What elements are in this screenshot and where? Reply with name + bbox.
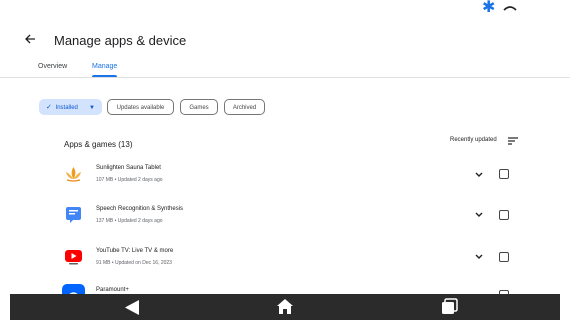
chevron-down-icon[interactable] xyxy=(474,211,484,219)
app-name: YouTube TV: Live TV & more xyxy=(96,248,174,254)
app-name: Speech Recognition & Synthesis xyxy=(96,206,184,212)
sunlighten-app-icon xyxy=(62,163,85,186)
sort-label[interactable]: Recently updated xyxy=(450,137,497,143)
app-name: Paramount+ xyxy=(96,287,129,293)
app-select-checkbox[interactable] xyxy=(499,169,509,179)
back-arrow-icon[interactable] xyxy=(22,31,38,47)
updates-available-label: Updates available xyxy=(116,105,165,111)
installed-chip-label: Installed xyxy=(55,105,78,111)
chevron-down-icon[interactable] xyxy=(474,171,484,179)
nav-back-icon[interactable] xyxy=(123,299,141,316)
speech-services-app-icon xyxy=(62,203,85,226)
chevron-down-icon[interactable] xyxy=(474,253,484,261)
nav-home-icon[interactable] xyxy=(276,298,294,315)
app-select-checkbox[interactable] xyxy=(499,252,509,262)
games-label: Games xyxy=(189,105,209,111)
installed-filter-chip[interactable]: ✓ Installed ▼ xyxy=(39,99,102,115)
app-meta: 137 MB • Updated 2 days ago xyxy=(96,218,163,224)
app-meta: 91 MB • Updated on Dec 16, 2023 xyxy=(96,260,172,266)
wifi-icon xyxy=(503,6,517,11)
tab-manage[interactable]: Manage xyxy=(92,63,117,70)
tabs-divider xyxy=(0,77,570,78)
section-title: Apps & games (13) xyxy=(64,140,133,149)
page-title: Manage apps & device xyxy=(54,33,187,48)
bluetooth-icon: ✱ xyxy=(482,0,496,16)
games-chip[interactable]: Games xyxy=(180,99,218,115)
app-name: Sunlighten Sauna Tablet xyxy=(96,165,161,171)
app-select-checkbox[interactable] xyxy=(499,210,509,220)
updates-available-chip[interactable]: Updates available xyxy=(107,99,174,115)
dropdown-caret-icon: ▼ xyxy=(89,105,95,111)
check-icon: ✓ xyxy=(46,104,52,111)
archived-chip[interactable]: Archived xyxy=(224,99,265,115)
app-meta: 107 MB • Updated 2 days ago xyxy=(96,177,163,183)
youtube-tv-app-icon xyxy=(62,245,85,268)
sort-icon[interactable] xyxy=(507,136,519,146)
tab-overview[interactable]: Overview xyxy=(38,63,67,70)
nav-recents-icon[interactable] xyxy=(441,298,458,315)
archived-label: Archived xyxy=(232,105,257,111)
